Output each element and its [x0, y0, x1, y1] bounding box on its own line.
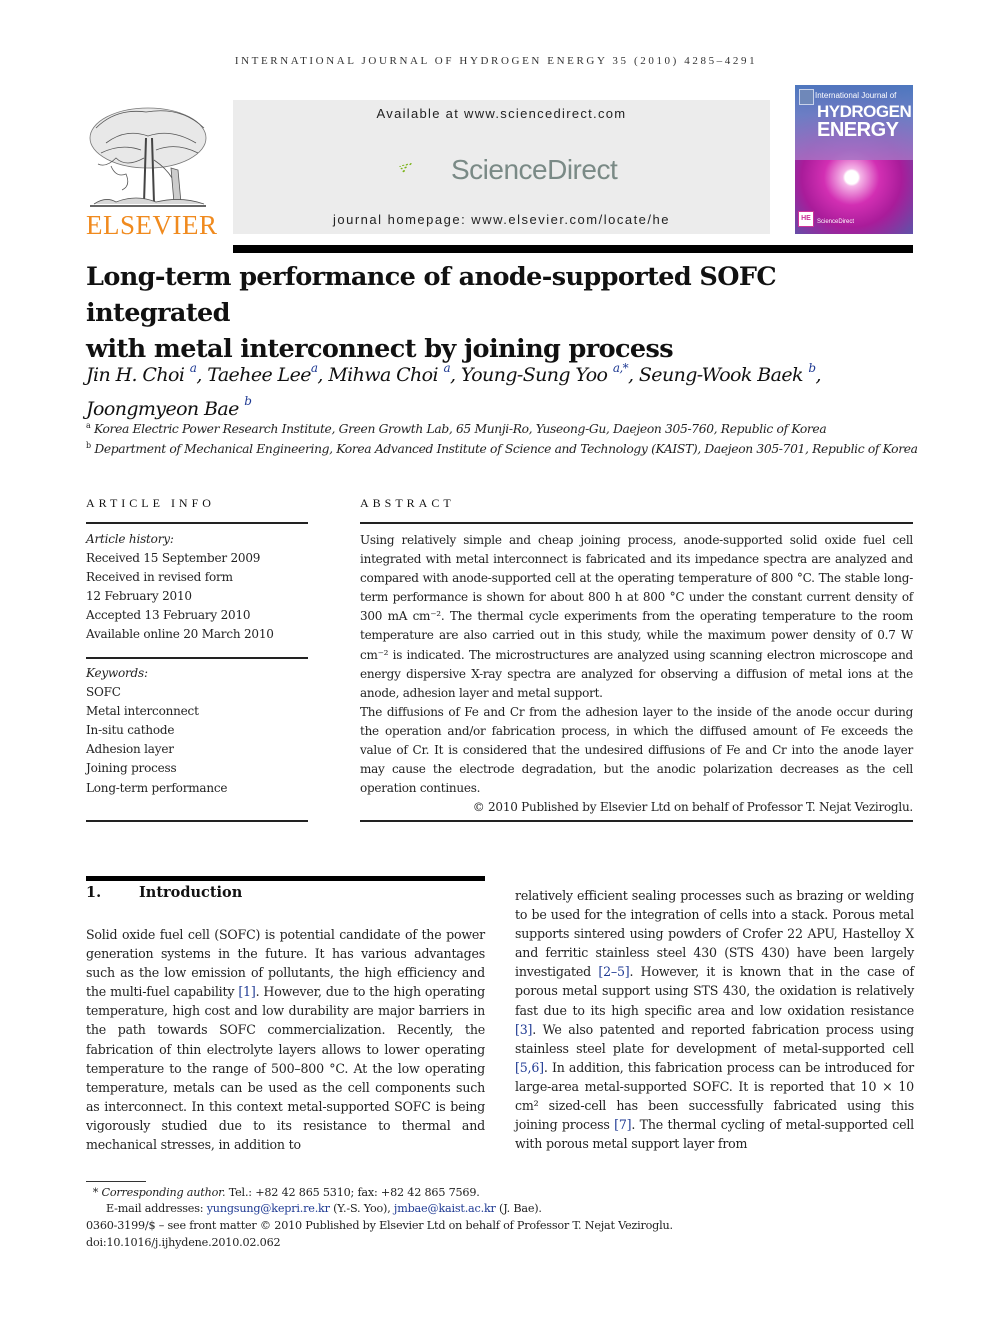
article-title: Long-term performance of anode-supported… [86, 259, 916, 367]
corresponding-author-note: * Corresponding author. Tel.: +82 42 865… [92, 1186, 480, 1199]
article-info: ARTICLE INFO [86, 496, 308, 511]
title-line-1: Long-term performance of anode-supported… [86, 262, 777, 328]
sciencedirect-banner: Available at www.sciencedirect.com Scien… [233, 100, 770, 234]
abstract-heading: ABSTRACT [360, 496, 455, 510]
article-info-heading: ARTICLE INFO [86, 496, 215, 510]
header-rule [233, 245, 913, 253]
sciencedirect-dots-icon [399, 163, 412, 173]
section-number: 1. [86, 884, 102, 901]
history-item: 12 February 2010 [86, 589, 192, 604]
keyword: Long-term performance [86, 780, 228, 795]
author[interactable]: Young-Sung Yoo a,*, [461, 361, 639, 386]
history-item: Available online 20 March 2010 [86, 627, 274, 642]
history-item: Accepted 13 February 2010 [86, 608, 251, 623]
author[interactable]: Joongmyeon Bae b [86, 394, 252, 419]
divider [86, 820, 308, 822]
keyword: Adhesion layer [86, 742, 174, 757]
body-column-left: Solid oxide fuel cell (SOFC) is potentia… [86, 925, 485, 1154]
available-at-link[interactable]: Available at www.sciencedirect.com [233, 106, 770, 121]
keywords-label: Keywords: [86, 666, 148, 680]
cover-journal-line: International Journal of [815, 91, 897, 100]
history-item: Received 15 September 2009 [86, 551, 261, 566]
abstract-paragraph: Using relatively simple and cheap joinin… [360, 533, 913, 700]
abstract-body: Using relatively simple and cheap joinin… [360, 531, 913, 817]
author-affil-mark[interactable]: b [808, 361, 816, 375]
citation-link[interactable]: [3] [515, 1022, 532, 1037]
keywords: Keywords: SOFC Metal interconnect In-sit… [86, 664, 308, 798]
section-heading: 1. Introduction [86, 884, 242, 901]
author-affil-mark[interactable]: a [443, 361, 450, 375]
author-affil-mark[interactable]: b [244, 394, 252, 408]
journal-homepage-link[interactable]: journal homepage: www.elsevier.com/locat… [233, 212, 770, 227]
body-column-right: relatively efficient sealing processes s… [515, 886, 914, 1153]
cover-elsevier-icon [799, 89, 814, 105]
issn-line: 0360-3199/$ – see front matter © 2010 Pu… [86, 1219, 673, 1232]
history-label: Article history: [86, 532, 174, 546]
author-affil-mark[interactable]: a,* [613, 361, 629, 375]
divider [360, 522, 913, 524]
paragraph: relatively efficient sealing processes s… [515, 888, 915, 1152]
citation-link[interactable]: [7] [614, 1117, 631, 1132]
cover-title-energy: ENERGY [817, 119, 899, 141]
abstract-heading-wrap: ABSTRACT [360, 496, 455, 511]
author-affil-mark[interactable]: a [311, 361, 318, 375]
email-note: E-mail addresses: yungsung@kepri.re.kr (… [106, 1202, 542, 1215]
divider [86, 657, 308, 659]
author[interactable]: Jin H. Choi a, [86, 361, 207, 386]
author[interactable]: Mihwa Choi a, [328, 361, 461, 386]
keyword: Metal interconnect [86, 704, 199, 719]
elsevier-logo[interactable]: ELSEVIER [86, 210, 217, 241]
running-head: INTERNATIONAL JOURNAL OF HYDROGEN ENERGY… [234, 55, 758, 67]
author[interactable]: Taehee Leea, [207, 361, 328, 386]
sciencedirect-logo[interactable]: ScienceDirect [451, 154, 618, 186]
cover-he-badge: HE [798, 211, 814, 227]
abstract-copyright: © 2010 Published by Elsevier Ltd on beha… [472, 800, 914, 815]
author-affil-mark[interactable]: a [190, 361, 197, 375]
section-rule [86, 876, 485, 881]
affiliation-a: a Korea Electric Power Research Institut… [86, 421, 827, 437]
paragraph: Solid oxide fuel cell (SOFC) is potentia… [86, 927, 485, 1153]
divider [86, 522, 308, 524]
history-item: Received in revised form [86, 570, 233, 585]
section-title: Introduction [139, 884, 243, 901]
journal-cover-image[interactable]: International Journal of HYDROGEN ENERGY… [795, 85, 913, 234]
doi-link[interactable]: doi:10.1016/j.ijhydene.2010.02.062 [86, 1236, 916, 1249]
cover-sciencedirect: ScienceDirect [817, 219, 855, 225]
keyword: In-situ cathode [86, 723, 175, 738]
keyword: Joining process [86, 761, 177, 776]
article-history: Article history: Received 15 September 2… [86, 530, 308, 645]
affiliation-b: b Department of Mechanical Engineering, … [86, 441, 918, 457]
citation-link[interactable]: [5,6] [515, 1060, 544, 1075]
keyword: SOFC [86, 685, 121, 700]
divider [360, 820, 913, 822]
author[interactable]: Seung-Wook Baek b, [639, 361, 822, 386]
citation-link[interactable]: [1] [238, 984, 255, 999]
citation-link[interactable]: [2–5] [598, 964, 629, 979]
email-link[interactable]: yungsung@kepri.re.kr [207, 1202, 330, 1215]
footnote-rule [86, 1181, 146, 1182]
email-link[interactable]: jmbae@kaist.ac.kr [394, 1202, 496, 1215]
abstract-paragraph: The diffusions of Fe and Cr from the adh… [360, 704, 913, 796]
author-list: Jin H. Choi a, Taehee Leea, Mihwa Choi a… [86, 356, 916, 423]
